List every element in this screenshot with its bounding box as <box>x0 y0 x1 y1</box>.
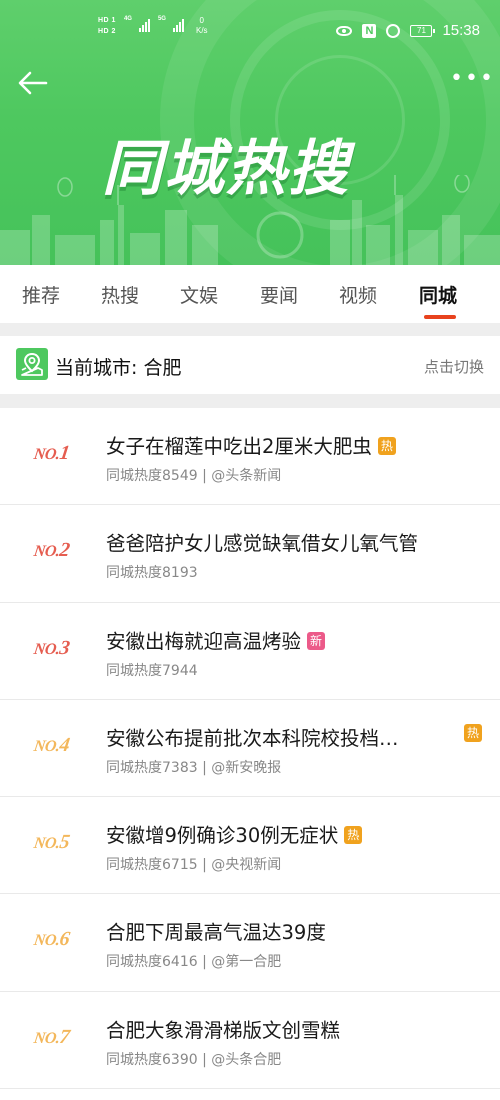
rank-number: 4 <box>58 733 71 756</box>
item-meta: 同城热度7944 <box>106 662 198 679</box>
more-dots-icon: ••• <box>450 66 495 91</box>
item-title-row: 合肥下周最高气温达39度 <box>106 916 326 945</box>
list-item[interactable]: NO.4 安徽公布提前批次本科院校投档… 热 同城热度7383 | @新安晚报 <box>0 699 500 798</box>
rank-badge: NO.5 <box>32 831 71 854</box>
eye-icon <box>336 25 353 36</box>
rank-number: 5 <box>58 831 71 854</box>
tab-hot-search[interactable]: 热搜 <box>101 281 139 308</box>
list-item[interactable]: NO.2 爸爸陪护女儿感觉缺氧借女儿氧气管 同城热度8193 <box>0 505 500 603</box>
item-title: 安徽出梅就迎高温烤验 <box>106 629 302 653</box>
item-title-row: 安徽增9例确诊30例无症状热 <box>106 819 363 848</box>
signal-icon <box>172 16 184 32</box>
more-button[interactable]: ••• <box>450 68 493 92</box>
item-title-row: 爸爸陪护女儿感觉缺氧借女儿氧气管 <box>106 527 418 556</box>
tab-video[interactable]: 视频 <box>339 281 377 308</box>
list-item[interactable]: NO.3 安徽出梅就迎高温烤验新 同城热度7944 <box>0 602 500 700</box>
item-title: 合肥大象滑滑梯版文创雪糕 <box>106 1018 341 1042</box>
item-title-row: 合肥大象滑滑梯版文创雪糕 <box>106 1014 340 1043</box>
active-tab-indicator <box>424 315 456 319</box>
hot-search-list: NO.1 女子在榴莲中吃出2厘米大肥虫热 同城热度8549 | @头条新闻 NO… <box>0 408 500 1090</box>
arrow-left-icon <box>18 71 48 95</box>
status-bar: HD 1 HD 2 4G 5G 0 K/s N 71 15:38 <box>0 0 500 60</box>
list-item[interactable]: NO.6 合肥下周最高气温达39度 同城热度6416 | @第一合肥 <box>0 894 500 992</box>
item-title: 女子在榴莲中吃出2厘米大肥虫 <box>106 435 372 458</box>
item-title: 合肥下周最高气温达39度 <box>106 921 326 945</box>
item-title: 安徽公布提前批次本科院校投档… <box>106 726 399 750</box>
item-meta: 同城热度6390 | @头条合肥 <box>106 1051 282 1068</box>
list-item[interactable]: NO.7 合肥大象滑滑梯版文创雪糕 同城热度6390 | @头条合肥 <box>0 991 500 1090</box>
hd1-label: HD 1 <box>98 17 116 24</box>
city-bar: 当前城市: 合肥 点击切换 <box>0 336 500 394</box>
rank-badge: NO.4 <box>32 733 71 757</box>
list-item[interactable]: NO.1 女子在榴莲中吃出2厘米大肥虫热 同城热度8549 | @头条新闻 <box>0 408 500 506</box>
tab-bar: 推荐 热搜 文娱 要闻 视频 同城 <box>0 265 500 323</box>
rank-number: 6 <box>58 928 71 951</box>
rank-prefix: NO. <box>32 446 61 463</box>
rank-prefix: NO. <box>32 932 61 950</box>
item-meta: 同城热度7383 | @新安晚报 <box>106 759 282 776</box>
tab-entertainment[interactable]: 文娱 <box>180 281 218 308</box>
clock: 15:38 <box>442 22 480 39</box>
rank-badge: NO.6 <box>32 928 71 951</box>
signal-icon <box>138 16 150 32</box>
hd2-label: HD 2 <box>98 28 116 35</box>
rank-badge: NO.3 <box>32 636 71 660</box>
rank-number: 3 <box>58 636 71 659</box>
back-button[interactable] <box>16 68 50 98</box>
location-map-icon <box>16 348 48 380</box>
item-meta: 同城热度8193 <box>106 565 198 582</box>
item-title-row: 安徽出梅就迎高温烤验新 <box>106 625 326 654</box>
battery-icon: 71 <box>410 24 436 37</box>
nfc-icon: N <box>362 23 377 38</box>
banner-title: 同城热搜 <box>102 134 350 204</box>
item-title: 爸爸陪护女儿感觉缺氧借女儿氧气管 <box>106 532 419 556</box>
tab-recommend[interactable]: 推荐 <box>22 281 60 308</box>
item-meta: 同城热度6416 | @第一合肥 <box>106 954 282 971</box>
item-meta: 同城热度8549 | @头条新闻 <box>106 468 282 484</box>
item-meta: 同城热度6715 | @央视新闻 <box>106 857 282 874</box>
hot-badge: 热 <box>464 723 482 742</box>
rank-badge: NO.2 <box>32 539 71 562</box>
item-title-row: 女子在榴莲中吃出2厘米大肥虫热 <box>106 430 396 459</box>
speed-value: 0 <box>199 16 204 25</box>
current-city-label: 当前城市: 合肥 <box>55 357 182 379</box>
rank-prefix: NO. <box>32 1029 61 1047</box>
network-type-label: 5G <box>157 16 166 22</box>
alarm-icon <box>386 23 401 38</box>
section-divider <box>0 394 500 408</box>
tab-news[interactable]: 要闻 <box>260 281 298 308</box>
rank-badge: NO.1 <box>32 442 71 465</box>
hot-badge: 热 <box>344 826 363 845</box>
rank-number: 1 <box>58 442 71 464</box>
switch-city-button[interactable]: 点击切换 <box>424 356 484 377</box>
rank-number: 2 <box>58 539 71 562</box>
rank-prefix: NO. <box>32 640 61 658</box>
network-speed: 0 K/s <box>196 16 208 36</box>
hd-indicator: HD 1 HD 2 <box>98 16 116 36</box>
speed-unit: K/s <box>195 26 208 35</box>
rank-prefix: NO. <box>32 737 61 755</box>
rank-badge: NO.7 <box>32 1025 71 1049</box>
tab-local[interactable]: 同城 <box>419 281 457 308</box>
item-title: 安徽增9例确诊30例无症状 <box>106 824 339 848</box>
list-item[interactable]: NO.5 安徽增9例确诊30例无症状热 同城热度6715 | @央视新闻 <box>0 797 500 895</box>
rank-number: 7 <box>58 1025 71 1048</box>
header-banner: HD 1 HD 2 4G 5G 0 K/s N 71 15:38 ••• 同城热… <box>0 0 500 265</box>
rank-prefix: NO. <box>32 835 61 853</box>
new-badge: 新 <box>307 631 326 650</box>
hot-badge: 热 <box>377 437 396 455</box>
network-type-label: 4G <box>123 16 132 22</box>
rank-prefix: NO. <box>32 543 61 561</box>
section-divider <box>0 323 500 336</box>
